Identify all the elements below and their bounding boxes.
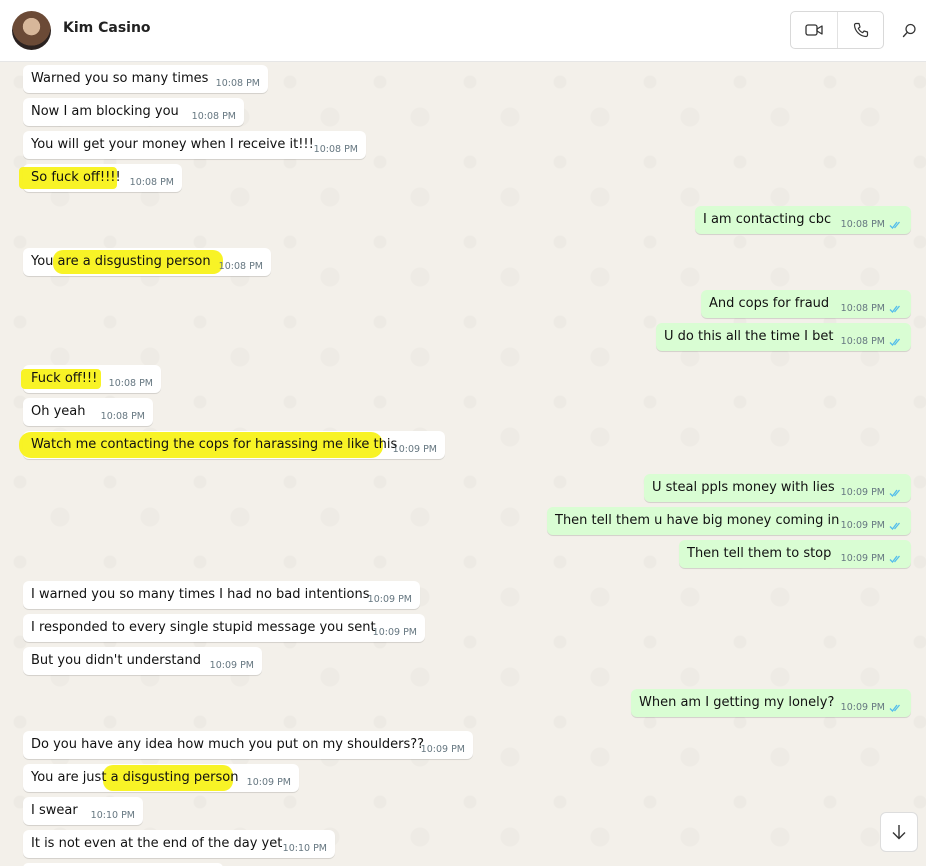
message-text: Oh yeah	[31, 404, 86, 419]
message-text: And cops for fraud	[709, 296, 830, 311]
scroll-to-bottom-button[interactable]	[880, 812, 918, 852]
message-incoming[interactable]: It is not even at the end of the day yet…	[23, 830, 335, 858]
message-text: I warned you so many times I had no bad …	[31, 587, 370, 602]
message-time: 10:10 PM	[90, 810, 135, 821]
double-check-icon	[889, 338, 900, 346]
message-text: You will get your money when I receive i…	[31, 137, 314, 152]
message-text: I swear	[31, 803, 78, 818]
voice-call-button[interactable]	[838, 12, 884, 48]
message-time: 10:09 PM	[840, 487, 885, 498]
message-time: 10:08 PM	[129, 177, 174, 188]
double-check-icon	[889, 704, 900, 712]
message-text: When am I getting my lonely?	[639, 695, 835, 710]
message-time: 10:08 PM	[840, 336, 885, 347]
message-incoming[interactable]: Watch me contacting the cops for harassi…	[19, 431, 445, 459]
message-text: Warned you so many times	[31, 71, 209, 86]
message-text: Fuck off!!!	[31, 371, 98, 386]
message-time: 10:08 PM	[313, 144, 358, 155]
message-text: But you didn't understand	[31, 653, 201, 668]
message-text: Then tell them to stop	[687, 546, 832, 561]
double-check-icon	[889, 489, 900, 497]
message-text: Now I am blocking you	[31, 104, 179, 119]
video-call-button[interactable]	[791, 12, 838, 48]
double-check-icon	[889, 221, 900, 229]
message-time: 10:09 PM	[246, 777, 291, 788]
double-check-icon	[889, 555, 900, 563]
double-check-icon	[889, 522, 900, 530]
message-outgoing[interactable]: And cops for fraud 10:08 PM	[701, 290, 911, 318]
message-text: I am contacting cbc	[703, 212, 832, 227]
message-text: U do this all the time I bet	[664, 329, 834, 344]
message-text: You are a disgusting person	[31, 254, 211, 269]
message-incoming[interactable]: I responded to every single stupid messa…	[23, 614, 425, 642]
message-incoming[interactable]: You are a disgusting person 10:08 PM	[23, 248, 271, 276]
message-time: 10:09 PM	[840, 520, 885, 531]
message-incoming[interactable]: You are just a disgusting person 10:09 P…	[23, 764, 299, 792]
arrow-down-icon	[892, 825, 906, 840]
message-text: So fuck off!!!!	[31, 170, 121, 185]
message-time: 10:09 PM	[367, 594, 412, 605]
double-check-icon	[889, 305, 900, 313]
message-incoming[interactable]: Do you have any idea how much you put on…	[23, 731, 473, 759]
message-time: 10:09 PM	[209, 660, 254, 671]
message-time: 10:08 PM	[100, 411, 145, 422]
video-camera-icon	[805, 24, 823, 36]
message-outgoing[interactable]: U steal ppls money with lies 10:09 PM	[644, 474, 911, 502]
message-incoming[interactable]: Fuck off!!! 10:08 PM	[21, 365, 161, 393]
message-time: 10:10 PM	[282, 843, 327, 854]
message-incoming[interactable]: I warned you so many times I had no bad …	[23, 581, 420, 609]
search-button[interactable]	[896, 16, 922, 44]
message-incoming[interactable]: You will get your money when I receive i…	[23, 131, 366, 159]
phone-icon	[853, 22, 869, 38]
message-time: 10:09 PM	[840, 702, 885, 713]
message-outgoing[interactable]: U do this all the time I bet 10:08 PM	[656, 323, 911, 351]
message-incoming[interactable]: Oh yeah 10:08 PM	[23, 398, 153, 426]
contact-name[interactable]: Kim Casino	[63, 20, 151, 36]
message-incoming[interactable]: I swear 10:10 PM	[23, 797, 143, 825]
message-outgoing[interactable]: Then tell them to stop 10:09 PM	[679, 540, 911, 568]
message-time: 10:08 PM	[191, 111, 236, 122]
message-text: Watch me contacting the cops for harassi…	[31, 437, 398, 452]
contact-avatar[interactable]	[12, 11, 51, 50]
message-incoming[interactable]: But you didn't understand 10:09 PM	[23, 647, 262, 675]
message-outgoing[interactable]: I am contacting cbc 10:08 PM	[695, 206, 911, 234]
message-text: You are just a disgusting person	[31, 770, 239, 785]
call-button-group	[790, 11, 884, 49]
message-time: 10:09 PM	[392, 444, 437, 455]
message-time: 10:08 PM	[218, 261, 263, 272]
message-time: 10:09 PM	[372, 627, 417, 638]
message-text: I responded to every single stupid messa…	[31, 620, 376, 635]
chat-header: Kim Casino	[0, 0, 926, 62]
message-outgoing[interactable]: Then tell them u have big money coming i…	[547, 507, 911, 535]
message-incoming[interactable]: Warned you so many times 10:08 PM	[23, 65, 268, 93]
message-text: Then tell them u have big money coming i…	[555, 513, 840, 528]
search-icon	[902, 23, 916, 37]
message-text: Do you have any idea how much you put on…	[31, 737, 425, 752]
message-text: U steal ppls money with lies	[652, 480, 835, 495]
message-time: 10:08 PM	[840, 219, 885, 230]
message-time: 10:08 PM	[215, 78, 260, 89]
message-text: It is not even at the end of the day yet	[31, 836, 283, 851]
message-time: 10:09 PM	[420, 744, 465, 755]
message-time: 10:08 PM	[108, 378, 153, 389]
message-list[interactable]: Warned you so many times 10:08 PM Now I …	[0, 62, 926, 866]
message-outgoing[interactable]: When am I getting my lonely? 10:09 PM	[631, 689, 911, 717]
message-time: 10:09 PM	[840, 553, 885, 564]
message-incoming[interactable]: Now I am blocking you 10:08 PM	[23, 98, 244, 126]
message-time: 10:08 PM	[840, 303, 885, 314]
message-incoming[interactable]: So fuck off!!!! 10:08 PM	[19, 164, 182, 192]
